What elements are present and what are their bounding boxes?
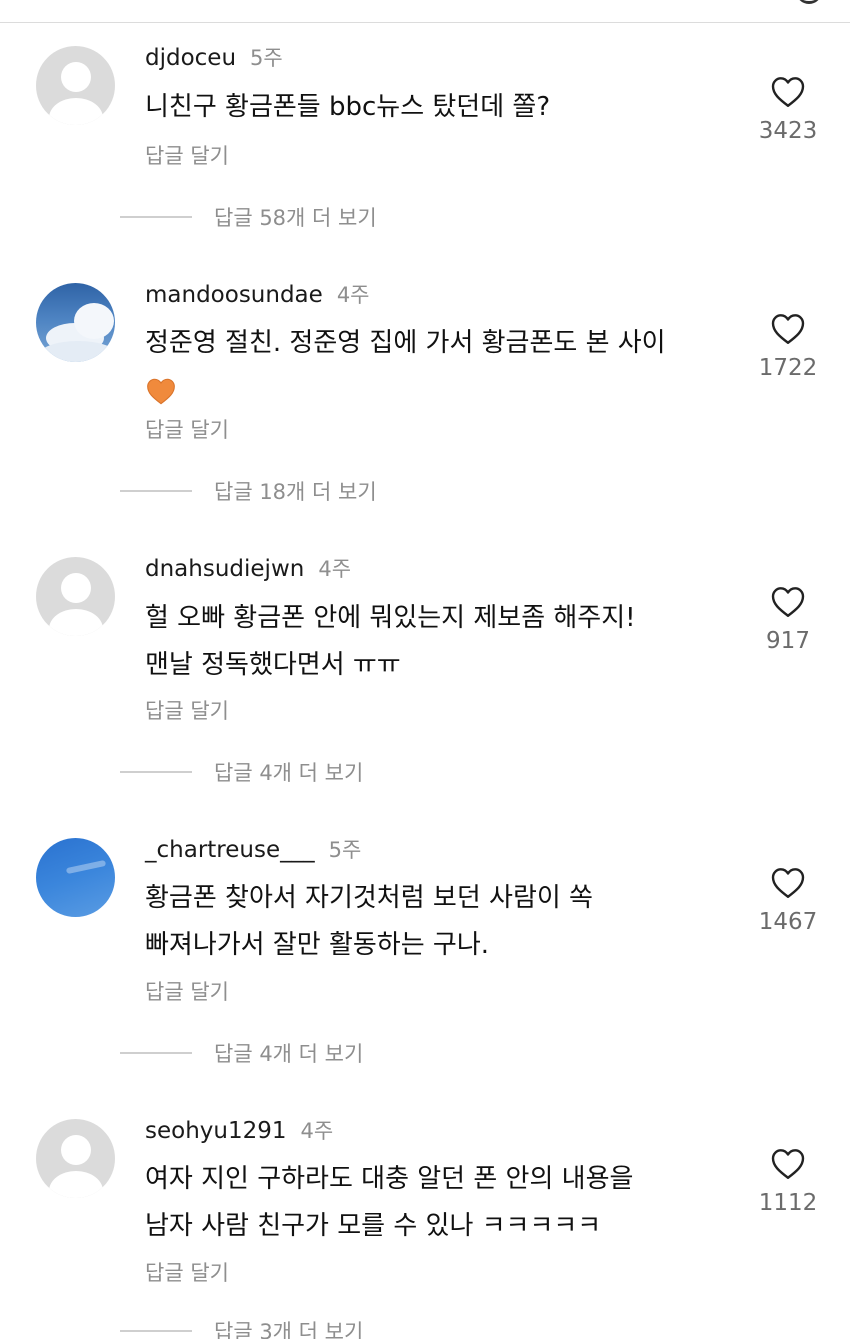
like-count: 3423 (758, 118, 818, 144)
reply-button[interactable]: 답글 달기 (145, 414, 229, 444)
orange-heart-emoji (147, 378, 175, 404)
divider-line (120, 1052, 192, 1054)
like-control[interactable]: 1112 (752, 1147, 824, 1216)
timestamp: 5주 (328, 838, 362, 862)
view-more-replies[interactable]: 답글 58개 더 보기 (120, 202, 377, 232)
like-count: 1467 (758, 909, 818, 935)
avatar[interactable] (36, 557, 115, 636)
comment-text: 니친구 황금폰들 bbc뉴스 탔던데 쫄? (145, 92, 551, 122)
partial-icon-top-right (796, 0, 822, 4)
view-more-replies[interactable]: 답글 4개 더 보기 (120, 757, 363, 787)
heart-icon[interactable] (770, 866, 806, 899)
username[interactable]: _chartreuse___ (145, 837, 315, 863)
like-count: 1112 (758, 1190, 818, 1216)
timestamp: 4주 (336, 283, 370, 307)
avatar[interactable] (36, 838, 115, 917)
avatar[interactable] (36, 1119, 115, 1198)
view-more-replies[interactable]: 답글 4개 더 보기 (120, 1038, 363, 1068)
heart-icon[interactable] (770, 585, 806, 618)
comment-text: 황금폰 찾아서 자기것처럼 보던 사람이 쏙 빠져나가서 잘만 활동하는 구나. (145, 883, 593, 960)
comment-text: 정준영 절친. 정준영 집에 가서 황금폰도 본 사이 (145, 320, 725, 414)
top-divider (0, 22, 850, 23)
divider-line (120, 771, 192, 773)
reply-button[interactable]: 답글 달기 (145, 976, 229, 1006)
like-count: 1722 (758, 355, 818, 381)
like-control[interactable]: 1467 (752, 866, 824, 935)
view-more-replies[interactable]: 답글 18개 더 보기 (120, 476, 377, 506)
reply-button[interactable]: 답글 달기 (145, 1257, 229, 1287)
like-control[interactable]: 917 (752, 585, 824, 654)
timestamp: 4주 (318, 557, 352, 581)
like-count: 917 (766, 628, 810, 654)
comment-text: 여자 지인 구하라도 대충 알던 폰 안의 내용을 남자 사람 친구가 모를 수… (145, 1164, 634, 1241)
username[interactable]: seohyu1291 (145, 1118, 287, 1144)
heart-icon[interactable] (770, 75, 806, 108)
divider-line (120, 216, 192, 218)
timestamp: 5주 (250, 46, 283, 70)
username[interactable]: djdoceu (145, 45, 236, 71)
heart-icon[interactable] (770, 312, 806, 345)
like-control[interactable]: 3423 (752, 75, 824, 144)
username[interactable]: dnahsudiejwn (145, 556, 304, 582)
divider-line (120, 1330, 192, 1332)
view-more-replies[interactable]: 답글 3개 더 보기 (120, 1316, 363, 1339)
reply-button[interactable]: 답글 달기 (145, 695, 229, 725)
username[interactable]: mandoosundae (145, 282, 323, 308)
avatar[interactable] (36, 283, 115, 362)
comment-text: 헐 오빠 황금폰 안에 뭐있는지 제보좀 해주지! 맨날 정독했다면서 ㅠㅠ (145, 603, 636, 680)
timestamp: 4주 (300, 1119, 334, 1143)
avatar[interactable] (36, 46, 115, 125)
reply-button[interactable]: 답글 달기 (145, 140, 229, 170)
heart-icon[interactable] (770, 1147, 806, 1180)
like-control[interactable]: 1722 (752, 312, 824, 381)
divider-line (120, 490, 192, 492)
